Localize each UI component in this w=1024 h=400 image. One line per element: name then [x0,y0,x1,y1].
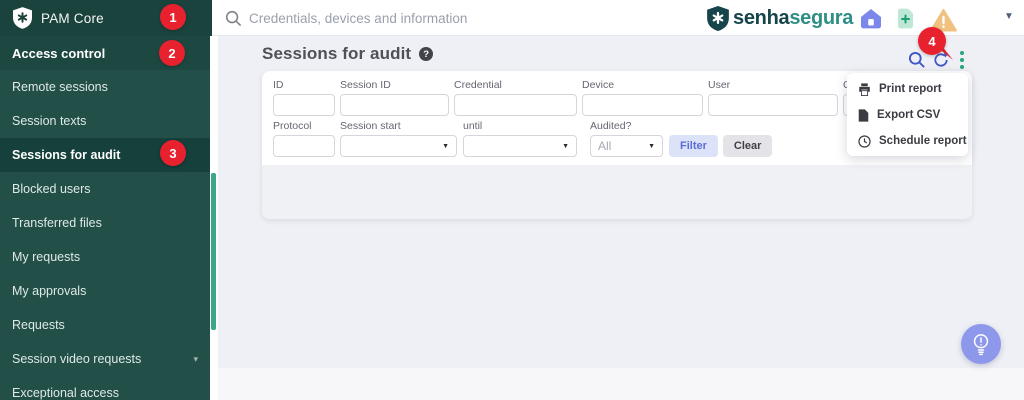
sidebar-item-remote-sessions[interactable]: Remote sessions [0,70,210,104]
filter-label-audited: Audited? [590,120,632,132]
topbar: senhasegura ▼ [212,0,1024,36]
filter-label-session-id: Session ID [340,79,391,91]
filter-label-until: until [463,120,483,132]
bottom-strip [218,368,1024,400]
credential-input[interactable] [454,94,577,116]
select-caret-icon: ▼ [442,142,449,150]
account-caret-icon[interactable]: ▼ [1004,11,1014,22]
id-input[interactable] [273,94,335,116]
session-start-select[interactable]: ▼ [340,135,457,157]
device-input[interactable] [582,94,703,116]
step-badge-2: 2 [159,40,185,66]
menu-item-schedule-report[interactable]: Schedule report [847,128,968,154]
select-caret-icon: ▼ [562,142,569,150]
user-input[interactable] [708,94,838,116]
clear-button[interactable]: Clear [722,135,773,157]
filter-label-id: ID [273,79,284,91]
empty-results-area [262,165,972,219]
sidebar-nav: Remote sessions Session texts Sessions f… [0,70,210,400]
global-search [225,0,579,36]
search-icon [225,10,242,27]
search-input[interactable] [249,10,579,26]
filter-button[interactable]: Filter [669,135,718,157]
clock-icon [858,134,871,148]
new-file-icon[interactable] [897,8,914,34]
page-head: Sessions for audit ? [262,44,434,64]
sidebar-item-requests[interactable]: Requests [0,308,210,342]
filter-label-credential: Credential [454,79,502,91]
step-badge-3: 3 [160,140,186,166]
print-icon [858,82,871,96]
sidebar-item-my-requests[interactable]: My requests [0,240,210,274]
step-badge-1: 1 [160,4,186,30]
shield-icon [13,7,32,29]
sidebar-item-blocked-users[interactable]: Blocked users [0,172,210,206]
select-caret-icon: ▼ [648,142,655,150]
menu-item-print-report[interactable]: Print report [847,76,968,102]
sidebar-item-session-video-requests[interactable]: Session video requests ▾ [0,342,210,376]
sidebar-item-exceptional-access[interactable]: Exceptional access [0,376,210,400]
page-title: Sessions for audit [262,44,412,63]
filter-label-device: Device [582,79,615,91]
report-actions-menu: Print report Export CSV Schedule report [847,73,968,156]
help-lightbulb-button[interactable] [961,324,1001,364]
protocol-input[interactable] [273,135,335,157]
filter-label-protocol: Protocol [273,120,312,132]
sidebar-item-transferred-files[interactable]: Transferred files [0,206,210,240]
filter-label-session-start: Session start [340,120,401,132]
step-badge-4: 4 [918,27,946,55]
sidebar-item-session-texts[interactable]: Session texts [0,104,210,138]
app-title: PAM Core [41,10,104,26]
audited-select[interactable]: All ▼ [590,135,663,157]
filter-label-user: User [708,79,731,91]
lightbulb-icon [970,332,992,356]
search-records-icon[interactable] [908,51,926,69]
session-id-input[interactable] [340,94,449,116]
sidebar-item-my-approvals[interactable]: My approvals [0,274,210,308]
help-icon[interactable]: ? [419,47,434,61]
until-select[interactable]: ▼ [463,135,577,157]
app-window: Access control Remote sessions Session t… [0,0,1024,400]
home-icon[interactable] [860,8,882,34]
chevron-down-icon: ▾ [193,353,198,364]
filter-row-2: Protocol Session start ▼ until ▼ Audited… [273,120,773,157]
sidebar-scrollbar[interactable] [211,173,216,330]
sidebar-section-label: Access control [12,45,106,61]
kebab-menu-icon[interactable] [956,49,968,71]
file-icon [858,108,869,122]
menu-item-export-csv[interactable]: Export CSV [847,102,968,128]
brand-shield-icon [707,6,729,31]
brand-wordmark: senhasegura [733,7,854,29]
senhasegura-logo: senhasegura [707,6,853,31]
